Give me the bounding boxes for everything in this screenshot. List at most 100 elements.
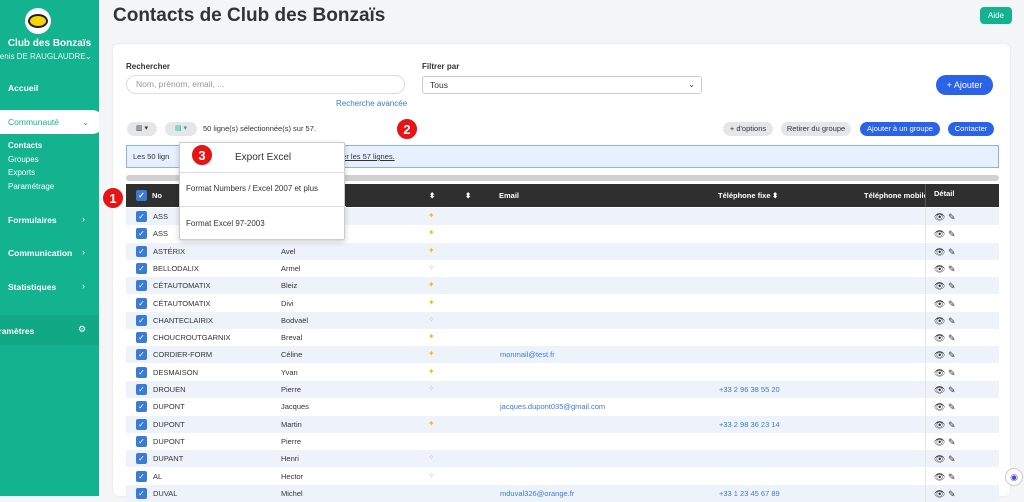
- edit-icon[interactable]: ✎: [948, 299, 956, 310]
- cell-email[interactable]: mduval326@orange.fr: [500, 489, 574, 498]
- edit-icon[interactable]: ✎: [948, 472, 956, 483]
- gear-icon[interactable]: ⚙: [78, 324, 86, 335]
- cell-email[interactable]: monmail@test.fr: [500, 350, 555, 359]
- sidebar-item-parametres[interactable]: Paramètres: [0, 326, 34, 336]
- edit-icon[interactable]: ✎: [948, 368, 956, 379]
- sidebar-item-statistiques[interactable]: Statistiques: [8, 282, 56, 292]
- chat-icon[interactable]: ◉: [1005, 468, 1023, 486]
- cell-telephone-fixe[interactable]: +33 2 98 36 23 14: [719, 420, 780, 429]
- advanced-search-link[interactable]: Recherche avancée: [336, 99, 407, 108]
- remove-group-button[interactable]: Retirer du groupe: [781, 122, 851, 136]
- table-row[interactable]: CHANTECLAIRIX Bodvaël ✧ 👁✎: [126, 311, 999, 329]
- edit-icon[interactable]: ✎: [948, 437, 956, 448]
- export-format-excel97[interactable]: Format Excel 97-2003: [186, 219, 265, 228]
- cell-telephone-fixe[interactable]: +33 2 96 38 55 20: [719, 385, 780, 394]
- edit-icon[interactable]: ✎: [948, 350, 956, 361]
- favorite-icon[interactable]: ✧: [428, 315, 435, 324]
- row-checkbox[interactable]: [136, 384, 147, 395]
- row-checkbox[interactable]: [136, 401, 147, 413]
- edit-icon[interactable]: ✎: [948, 316, 956, 327]
- edit-icon[interactable]: ✎: [948, 229, 956, 240]
- edit-icon[interactable]: ✎: [948, 281, 956, 292]
- select-all-checkbox[interactable]: [136, 190, 147, 201]
- row-checkbox[interactable]: [136, 487, 147, 499]
- column-email[interactable]: Email: [499, 191, 519, 200]
- favorite-icon[interactable]: ✧: [428, 384, 435, 393]
- row-checkbox[interactable]: [136, 280, 147, 292]
- view-icon[interactable]: 👁: [934, 454, 945, 465]
- view-icon[interactable]: 👁: [934, 299, 945, 310]
- more-options-button[interactable]: + d'options: [723, 122, 773, 136]
- favorite-icon[interactable]: ✦: [428, 280, 435, 289]
- chevron-down-icon[interactable]: ⌄: [85, 52, 92, 61]
- view-icon[interactable]: 👁: [934, 402, 945, 413]
- row-checkbox[interactable]: [136, 262, 147, 274]
- view-icon[interactable]: 👁: [934, 437, 945, 448]
- table-row[interactable]: DROUEN Pierre ✧ +33 2 96 38 55 20 👁✎: [126, 381, 999, 398]
- columns-button[interactable]: ▥ ▾: [127, 122, 157, 136]
- favorite-icon[interactable]: ✦: [428, 228, 435, 237]
- row-checkbox[interactable]: [136, 349, 147, 361]
- edit-icon[interactable]: ✎: [948, 264, 956, 275]
- user-name[interactable]: Denis DE RAUGLAUDRE: [0, 52, 86, 61]
- row-checkbox[interactable]: [136, 228, 147, 240]
- export-button[interactable]: ▤ ▾: [165, 122, 197, 136]
- view-icon[interactable]: 👁: [934, 420, 945, 431]
- select-all-link[interactable]: ner les 57 lignes.: [338, 146, 395, 167]
- add-button[interactable]: + Ajouter: [936, 75, 993, 95]
- favorite-icon[interactable]: ✦: [428, 367, 435, 376]
- view-icon[interactable]: 👁: [934, 489, 945, 500]
- table-row[interactable]: ASTÉRIX Avel ✦ 👁✎: [126, 242, 999, 260]
- view-icon[interactable]: 👁: [934, 229, 945, 240]
- favorite-icon[interactable]: ✦: [428, 298, 435, 307]
- view-icon[interactable]: 👁: [934, 316, 945, 327]
- row-checkbox[interactable]: [136, 211, 147, 222]
- cell-email[interactable]: jacques.dupont035@gmail.com: [500, 402, 605, 411]
- row-checkbox[interactable]: [136, 453, 147, 465]
- row-checkbox[interactable]: [136, 366, 147, 378]
- row-checkbox[interactable]: [136, 418, 147, 430]
- contact-button[interactable]: Contacter: [948, 122, 994, 136]
- table-row[interactable]: CHOUCROUTGARNIX Breval ✦ 👁✎: [126, 329, 999, 347]
- search-input[interactable]: Nom, prénom, email, ...: [126, 75, 405, 94]
- sidebar-subitem-groupes[interactable]: Groupes: [8, 155, 39, 164]
- table-row[interactable]: AL Hector ✧ 👁✎: [126, 467, 999, 485]
- edit-icon[interactable]: ✎: [948, 333, 956, 344]
- view-icon[interactable]: 👁: [934, 472, 945, 483]
- column-telephone-fixe[interactable]: Téléphone fixe: [718, 191, 771, 200]
- view-icon[interactable]: 👁: [934, 385, 945, 396]
- column-telephone-mobile[interactable]: Téléphone mobile: [864, 191, 928, 200]
- favorite-icon[interactable]: ✧: [428, 471, 435, 480]
- row-checkbox[interactable]: [136, 332, 147, 344]
- edit-icon[interactable]: ✎: [948, 212, 956, 223]
- table-row[interactable]: DUPANT Henri ✧ 👁✎: [126, 450, 999, 468]
- edit-icon[interactable]: ✎: [948, 454, 956, 465]
- table-row[interactable]: DUPONT Pierre 👁✎: [126, 432, 999, 450]
- cell-telephone-fixe[interactable]: +33 1 23 45 67 89: [719, 489, 780, 498]
- sort-icon[interactable]: ⬍: [772, 191, 778, 200]
- help-button[interactable]: Aide: [980, 7, 1012, 24]
- table-row[interactable]: CORDIER-FORM Céline ✦ monmail@test.fr 👁✎: [126, 346, 999, 364]
- view-icon[interactable]: 👁: [934, 368, 945, 379]
- favorite-icon[interactable]: ✧: [428, 453, 435, 462]
- edit-icon[interactable]: ✎: [948, 385, 956, 396]
- sort-icon[interactable]: ⬍: [465, 191, 471, 200]
- view-icon[interactable]: 👁: [934, 264, 945, 275]
- sidebar-item-accueil[interactable]: Accueil: [8, 83, 38, 93]
- row-checkbox[interactable]: [136, 470, 147, 482]
- table-row[interactable]: CÉTAUTOMATIX Divi ✦ 👁✎: [126, 294, 999, 312]
- favorite-icon[interactable]: ✦: [428, 349, 435, 358]
- row-checkbox[interactable]: [136, 314, 147, 326]
- add-to-group-button[interactable]: Ajouter à un groupe: [860, 122, 940, 136]
- favorite-icon[interactable]: ✦: [428, 211, 435, 220]
- table-row[interactable]: DUVAL Michel mduval326@orange.fr +33 1 23 4…: [126, 484, 999, 502]
- filter-select[interactable]: Tous ⌄: [422, 76, 702, 94]
- table-row[interactable]: DUPONT Jacques jacques.dupont035@gmail.com…: [126, 398, 999, 416]
- edit-icon[interactable]: ✎: [948, 247, 956, 258]
- sidebar-item-formulaires[interactable]: Formulaires: [8, 215, 57, 225]
- table-row[interactable]: DESMAISON Yvan ✦ 👁✎: [126, 363, 999, 381]
- view-icon[interactable]: 👁: [934, 350, 945, 361]
- view-icon[interactable]: 👁: [934, 247, 945, 258]
- sort-icon[interactable]: ⬍: [429, 191, 435, 200]
- table-row[interactable]: BELLODALIX Armel ✧ 👁✎: [126, 259, 999, 277]
